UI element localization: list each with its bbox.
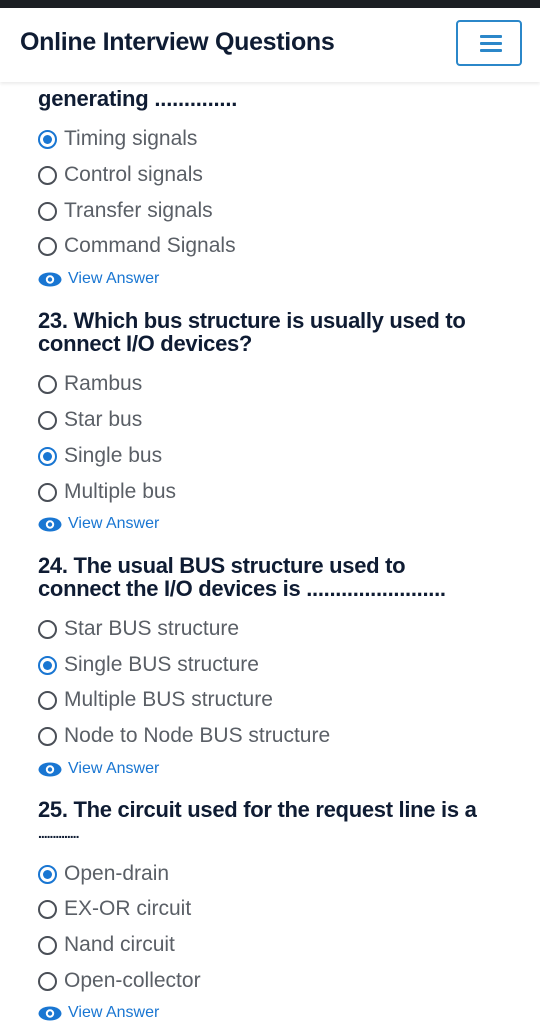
option-label: Transfer signals — [64, 199, 213, 222]
radio-checked-icon[interactable] — [38, 446, 57, 466]
question-title: 24. The usual BUS structure used to conn… — [38, 554, 508, 600]
view-answer-label: View Answer — [68, 515, 160, 532]
option-label: Timing signals — [64, 127, 198, 150]
option-label: Nand circuit — [64, 933, 175, 956]
option-label: Node to Node BUS structure — [64, 724, 331, 747]
radio-icon[interactable] — [38, 971, 57, 991]
radio-icon[interactable] — [38, 165, 57, 185]
question-title-line: .............. — [38, 825, 79, 841]
radio-checked-icon[interactable] — [38, 655, 57, 675]
site-header: Online Interview Questions — [0, 8, 540, 82]
view-answer-label: View Answer — [68, 270, 160, 287]
view-answer-link[interactable]: View Answer — [38, 1002, 159, 1024]
option-control-signals[interactable]: Control signals — [38, 160, 203, 190]
eye-icon — [38, 1006, 62, 1020]
radio-icon[interactable] — [38, 690, 57, 710]
option-label: Rambus — [64, 372, 143, 395]
option-label: Single bus — [64, 444, 163, 467]
option-open-collector[interactable]: Open-collector — [38, 966, 201, 996]
radio-checked-icon[interactable] — [38, 864, 57, 884]
option-single-bus-structure[interactable]: Single BUS structure — [38, 650, 259, 680]
radio-checked-icon[interactable] — [38, 129, 57, 149]
view-answer-link[interactable]: View Answer — [38, 268, 159, 290]
option-open-drain[interactable]: Open-drain — [38, 859, 169, 889]
radio-icon[interactable] — [38, 619, 57, 639]
questions-list: generating .............. Timing signals… — [0, 82, 540, 1030]
option-single-bus[interactable]: Single bus — [38, 441, 162, 471]
question-title-line: 24. The usual BUS structure used to — [38, 553, 406, 578]
hamburger-icon-line — [480, 42, 502, 45]
option-label: Star BUS structure — [64, 617, 240, 640]
option-ex-or-circuit[interactable]: EX-OR circuit — [38, 894, 191, 924]
status-bar — [0, 0, 540, 8]
option-label: Star bus — [64, 408, 143, 431]
question-title: 25. The circuit used for the request lin… — [38, 798, 508, 845]
radio-icon[interactable] — [38, 899, 57, 919]
radio-icon[interactable] — [38, 374, 57, 394]
question-title-line: connect I/O devices? — [38, 331, 253, 356]
hamburger-icon-line — [480, 49, 502, 52]
radio-icon[interactable] — [38, 726, 57, 746]
question-title-line: connect the I/O devices is .............… — [38, 576, 446, 601]
view-answer-label: View Answer — [68, 1004, 160, 1021]
question-title-line: 25. The circuit used for the request lin… — [38, 797, 477, 822]
view-answer-label: View Answer — [68, 760, 160, 777]
option-node-to-node-bus-structure[interactable]: Node to Node BUS structure — [38, 721, 330, 751]
radio-icon[interactable] — [38, 236, 57, 256]
option-command-signals[interactable]: Command Signals — [38, 231, 236, 261]
option-label: Command Signals — [64, 234, 236, 257]
eye-icon — [38, 762, 62, 776]
eye-icon — [38, 272, 62, 286]
radio-icon[interactable] — [38, 201, 57, 221]
option-label: Multiple bus — [64, 480, 177, 503]
option-transfer-signals[interactable]: Transfer signals — [38, 196, 213, 226]
option-label: Open-drain — [64, 862, 170, 885]
site-logo-text[interactable]: Online Interview Questions — [20, 28, 335, 57]
option-multiple-bus-structure[interactable]: Multiple BUS structure — [38, 685, 273, 715]
eye-icon — [38, 517, 62, 531]
radio-icon[interactable] — [38, 935, 57, 955]
radio-icon[interactable] — [38, 410, 57, 430]
menu-toggle-button[interactable] — [456, 20, 522, 66]
option-label: Open-collector — [64, 969, 201, 992]
option-star-bus[interactable]: Star bus — [38, 405, 142, 435]
question-title-line: 23. Which bus structure is usually used … — [38, 308, 466, 333]
option-label: Single BUS structure — [64, 653, 259, 676]
option-timing-signals[interactable]: Timing signals — [38, 124, 197, 154]
option-rambus[interactable]: Rambus — [38, 369, 142, 399]
option-label: Multiple BUS structure — [64, 688, 273, 711]
question-title-partial: generating .............. — [38, 86, 238, 111]
hamburger-icon — [480, 35, 502, 38]
view-answer-link[interactable]: View Answer — [38, 513, 159, 535]
option-label: EX-OR circuit — [64, 897, 192, 920]
question-title: 23. Which bus structure is usually used … — [38, 309, 508, 355]
option-multiple-bus[interactable]: Multiple bus — [38, 477, 176, 507]
view-answer-link[interactable]: View Answer — [38, 758, 159, 780]
option-star-bus-structure[interactable]: Star BUS structure — [38, 614, 239, 644]
option-label: Control signals — [64, 163, 203, 186]
option-nand-circuit[interactable]: Nand circuit — [38, 930, 175, 960]
radio-icon[interactable] — [38, 482, 57, 502]
